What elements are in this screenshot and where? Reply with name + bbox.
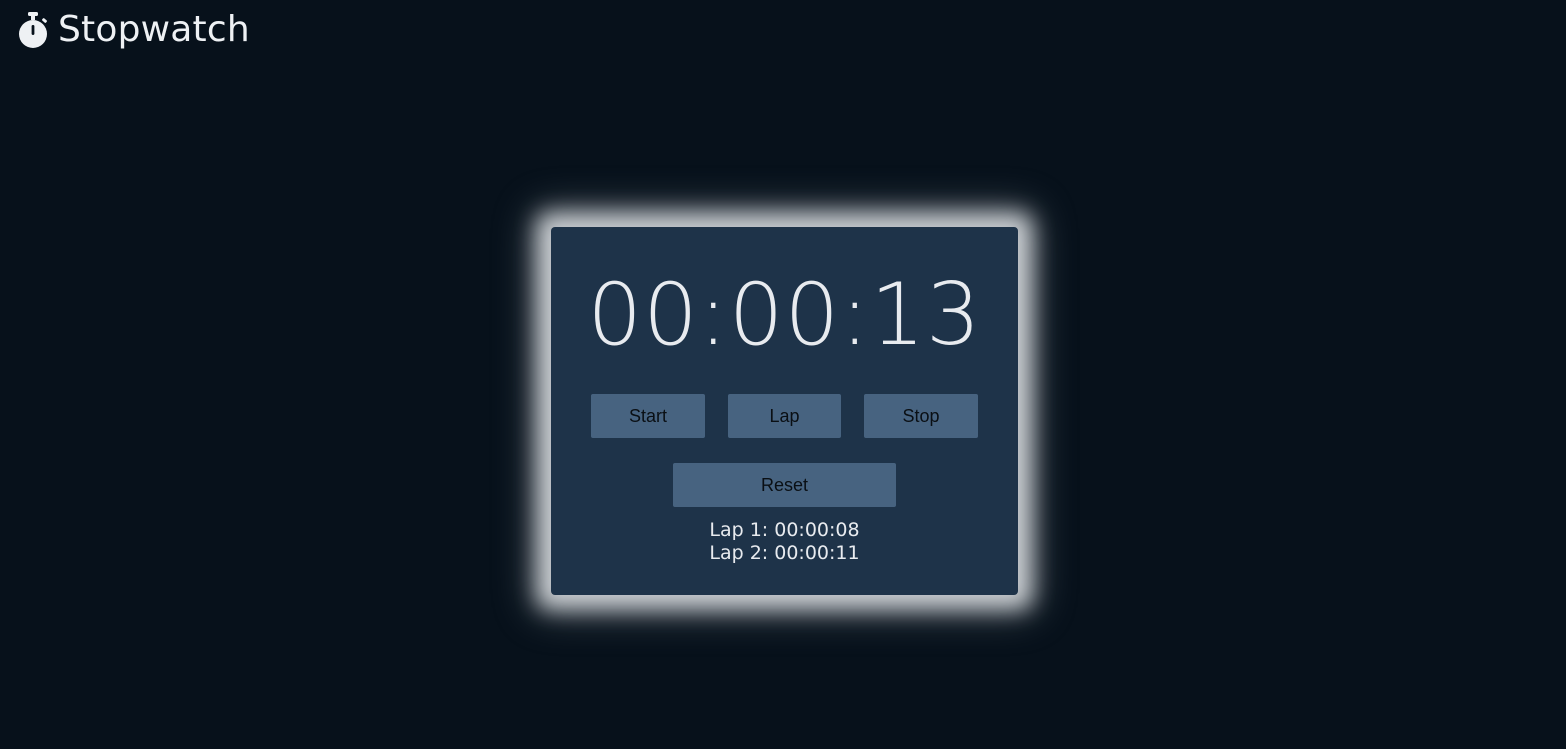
app-title: Stopwatch	[58, 9, 250, 50]
stopwatch-icon	[16, 10, 50, 50]
time-display: 00:00:13	[587, 265, 982, 365]
reset-button[interactable]: Reset	[673, 463, 896, 507]
stopwatch-card: 00:00:13 Start Lap Stop Reset Lap 1: 00:…	[551, 227, 1018, 595]
lap-item: Lap 2: 00:00:11	[709, 542, 860, 564]
lap-list: Lap 1: 00:00:08 Lap 2: 00:00:11	[551, 519, 1018, 565]
lap-item: Lap 1: 00:00:08	[709, 519, 860, 541]
stop-button[interactable]: Stop	[864, 394, 978, 438]
start-button[interactable]: Start	[591, 394, 705, 438]
lap-button[interactable]: Lap	[728, 394, 841, 438]
app-header: Stopwatch	[16, 8, 250, 52]
